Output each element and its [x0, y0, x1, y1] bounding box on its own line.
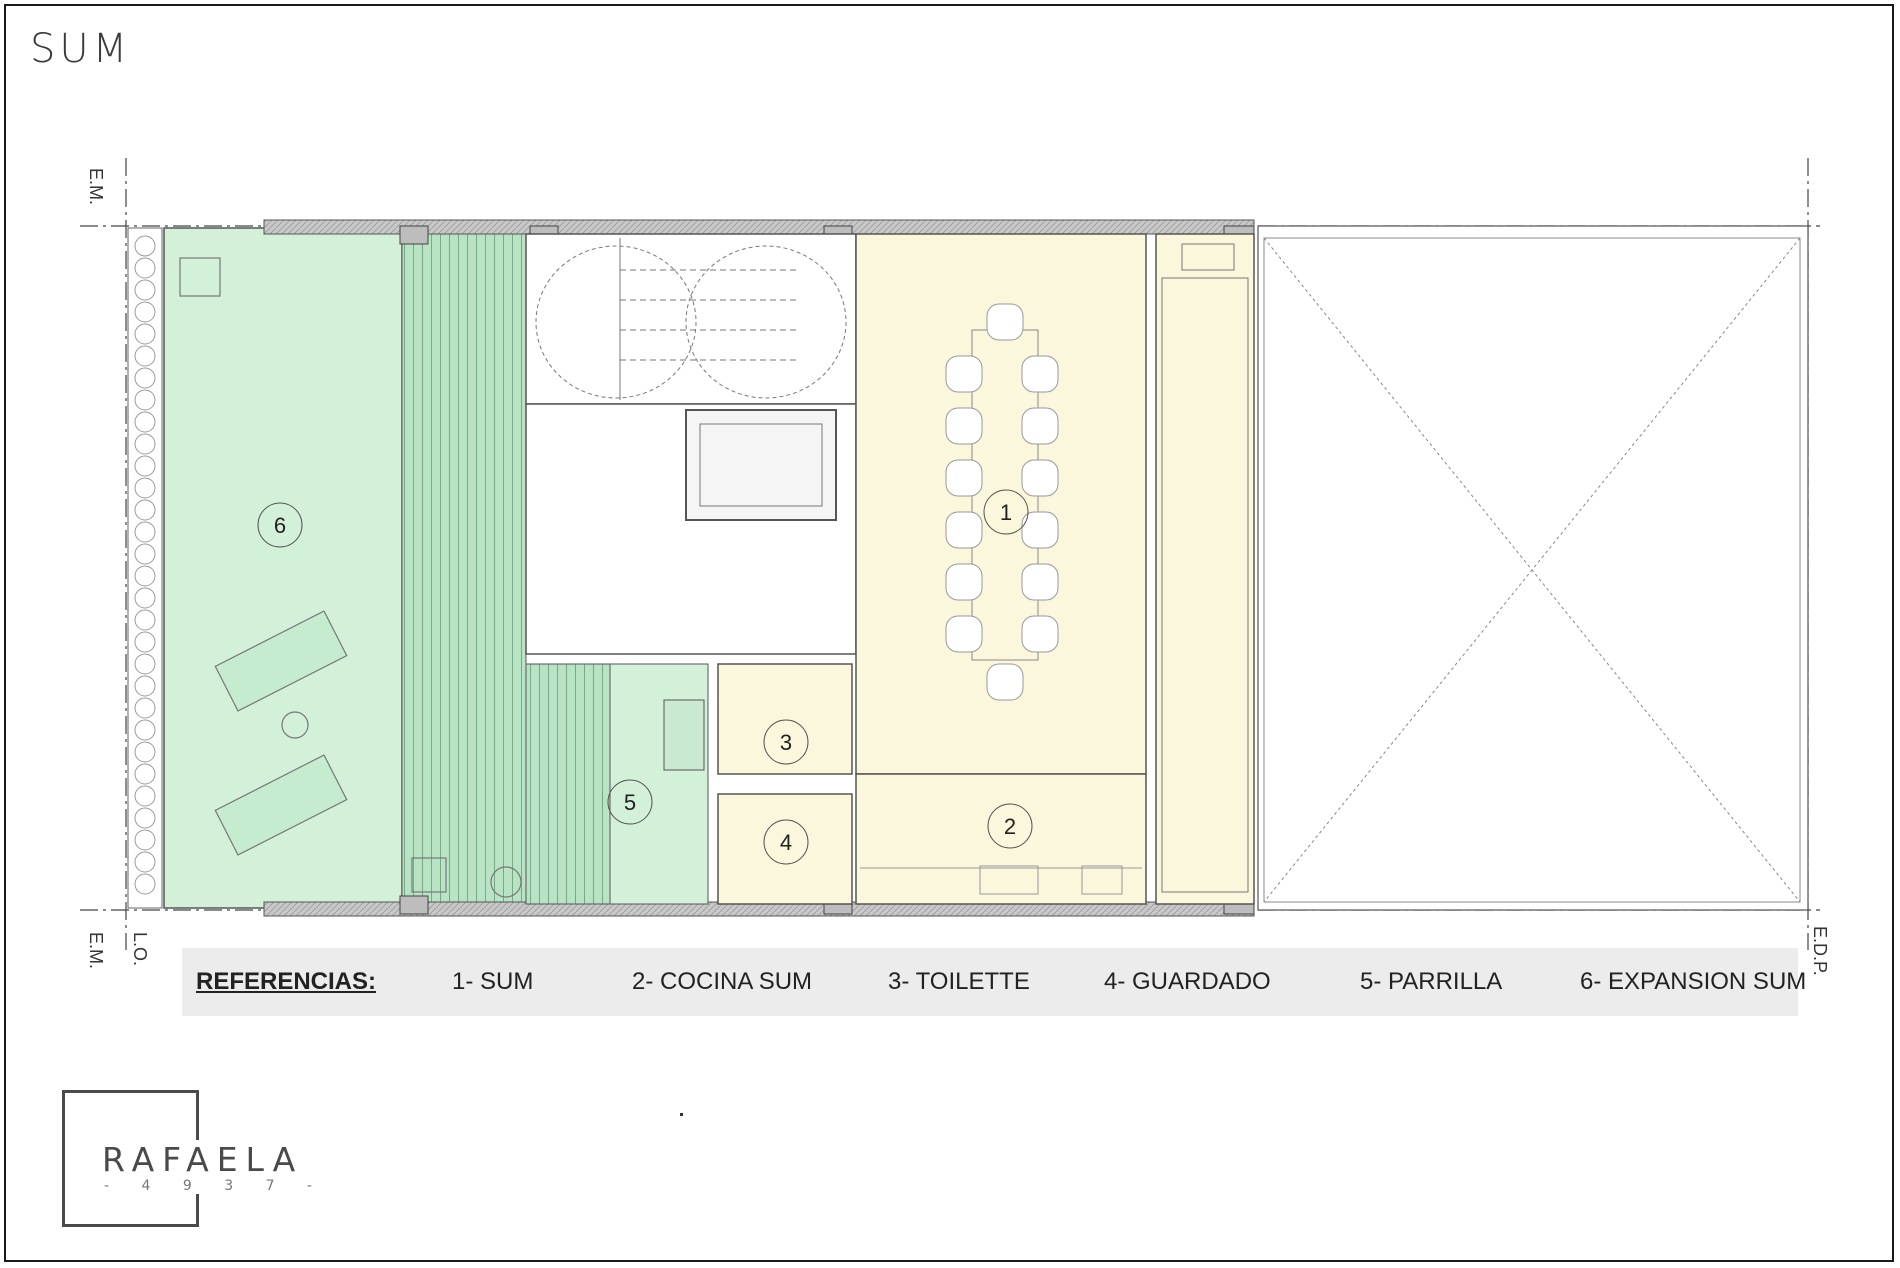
planter-circle: [134, 587, 156, 609]
chair: [945, 511, 983, 549]
planter-circle: [134, 741, 156, 763]
planter-circle: [134, 279, 156, 301]
planter-circle: [134, 873, 156, 895]
planter-circle: [134, 323, 156, 345]
chair: [945, 615, 983, 653]
chair: [986, 303, 1024, 341]
legend-item-sum: 1- SUM: [452, 968, 534, 995]
legend-item-parrilla: 5- PARRILLA: [1360, 968, 1503, 995]
chair: [1021, 563, 1059, 601]
legend-item-toilette: 3- TOILETTE: [888, 968, 1030, 995]
planter-circle: [134, 455, 156, 477]
stair-core: [525, 233, 857, 405]
elevator: [685, 409, 837, 521]
stray-dot: [680, 1113, 683, 1116]
planter-circle: [134, 807, 156, 829]
room-number-3: 3: [780, 730, 792, 755]
chair: [986, 663, 1024, 701]
deck-parrilla: [525, 663, 611, 905]
legend: REFERENCIAS: 1- SUM 2- COCINA SUM 3- TOI…: [182, 948, 1806, 1016]
planter-circle: [134, 785, 156, 807]
planter-circle: [134, 697, 156, 719]
room-number-2: 2: [1004, 814, 1016, 839]
chair: [1021, 459, 1059, 497]
planter-circle: [134, 433, 156, 455]
planter-circle: [134, 499, 156, 521]
planter-circle: [134, 609, 156, 631]
planter-circle: [134, 367, 156, 389]
axis-label-edp: E.D.P.: [1810, 926, 1830, 976]
empty-plot: [1257, 225, 1809, 911]
axis-label-em-top: E.M.: [86, 168, 106, 206]
planter-circle: [134, 477, 156, 499]
axis-label-em-bottom: E.M.: [86, 932, 106, 970]
logo-name: RAFAELA: [100, 1140, 306, 1179]
chair: [1021, 355, 1059, 393]
planter-circle: [134, 763, 156, 785]
chair: [1021, 615, 1059, 653]
logo-number: - 4 9 3 7 -: [104, 1178, 326, 1194]
planter-circle: [134, 235, 156, 257]
planter-circle: [134, 829, 156, 851]
planter-circle: [134, 411, 156, 433]
zone-cocina: [855, 773, 1147, 905]
planter-circle: [134, 653, 156, 675]
zone-storage-strip: [1155, 233, 1255, 905]
planter-circle: [134, 543, 156, 565]
legend-item-cocina: 2- COCINA SUM: [632, 968, 813, 995]
planter-circle: [134, 301, 156, 323]
legend-header: REFERENCIAS:: [196, 968, 377, 995]
planter-circle: [134, 719, 156, 741]
chair: [945, 563, 983, 601]
planter-circle: [134, 675, 156, 697]
room-number-6: 6: [274, 513, 286, 538]
planter-circle: [134, 851, 156, 873]
deck-left: [401, 227, 527, 909]
planter-circle: [134, 257, 156, 279]
planter-circle: [134, 345, 156, 367]
chair: [945, 459, 983, 497]
floor-plan: 1 2 3 4 5 6: [80, 158, 1820, 950]
room-number-1: 1: [1000, 500, 1012, 525]
planter-circle: [134, 565, 156, 587]
zone-toilette: [717, 663, 853, 775]
planter-circle: [134, 389, 156, 411]
legend-item-guardado: 4- GUARDADO: [1104, 968, 1271, 995]
legend-item-expansion: 6- EXPANSION SUM: [1580, 968, 1807, 995]
chair: [1021, 407, 1059, 445]
room-number-4: 4: [780, 830, 792, 855]
chair: [945, 407, 983, 445]
planter-circle: [134, 521, 156, 543]
axis-label-lo: L.O.: [130, 932, 150, 967]
chair: [945, 355, 983, 393]
planter-circle: [134, 631, 156, 653]
room-number-5: 5: [624, 790, 636, 815]
